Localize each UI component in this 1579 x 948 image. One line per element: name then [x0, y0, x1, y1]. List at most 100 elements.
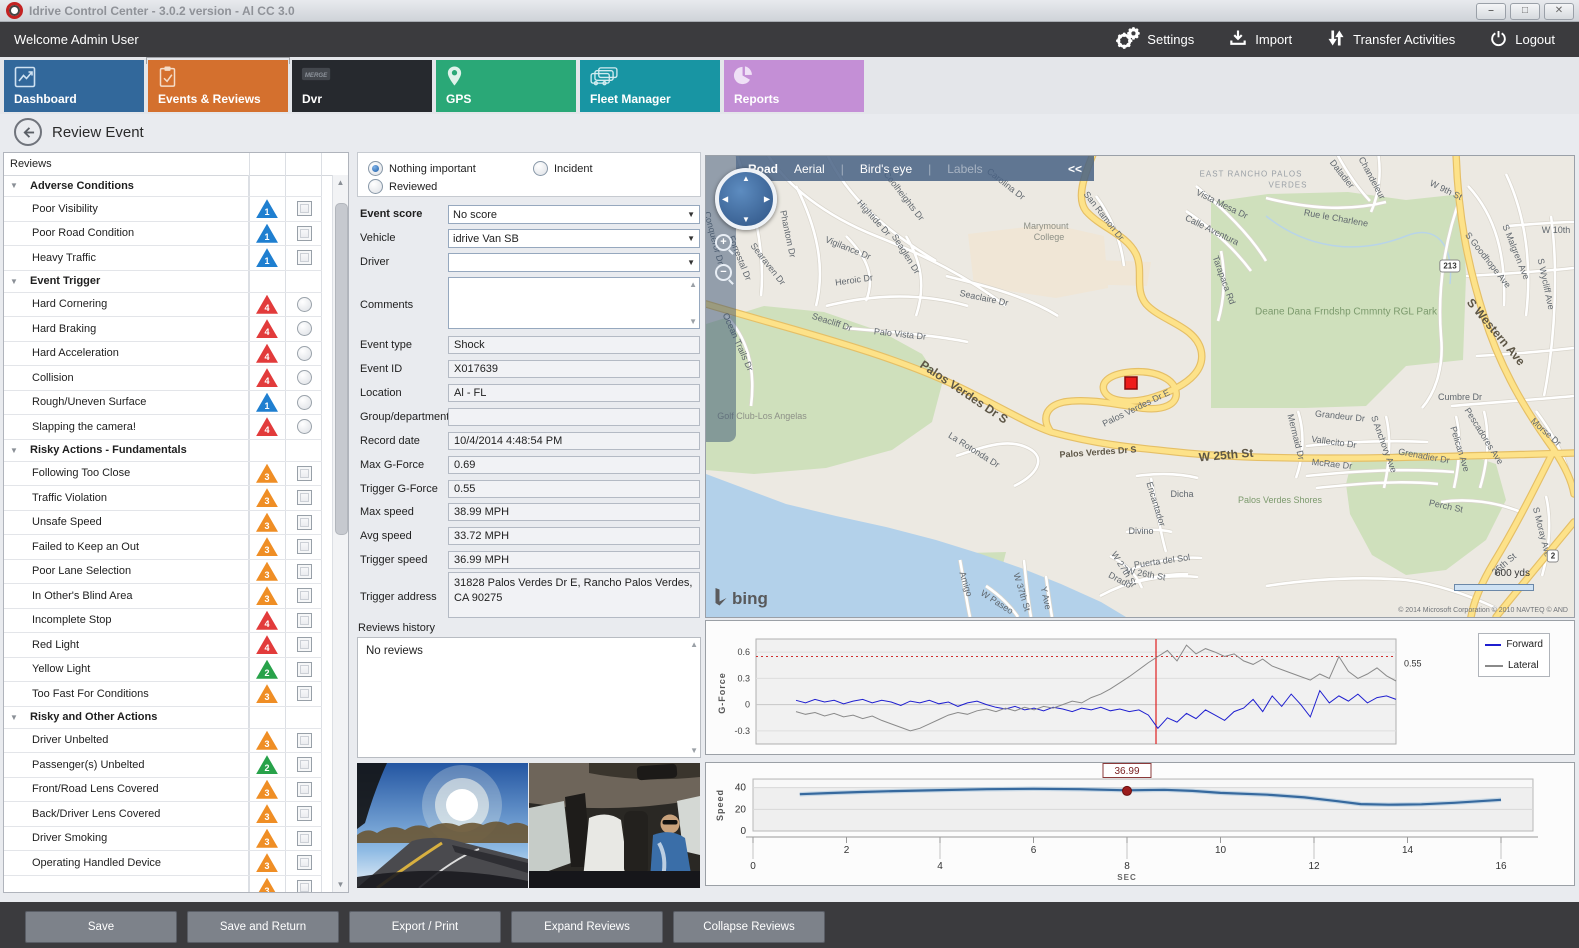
- svg-text:20: 20: [735, 804, 747, 815]
- tree-item-checkbox[interactable]: [297, 831, 312, 846]
- svg-text:6: 6: [1031, 845, 1037, 856]
- radio-icon[interactable]: [368, 161, 383, 176]
- tree-item-checkbox[interactable]: [297, 490, 312, 505]
- tree-item-checkbox[interactable]: [297, 637, 312, 652]
- tree-item-checkbox[interactable]: [297, 782, 312, 797]
- back-button[interactable]: [14, 118, 42, 146]
- tree-item-checkbox[interactable]: [297, 564, 312, 579]
- collapse-reviews-button[interactable]: Collapse Reviews: [673, 911, 825, 943]
- driver-dropdown[interactable]: ▼: [448, 253, 700, 272]
- tree-item-checkbox[interactable]: [297, 466, 312, 481]
- tree-item-radio[interactable]: [297, 297, 312, 312]
- tree-item-checkbox[interactable]: [297, 686, 312, 701]
- tree-item-radio[interactable]: [297, 346, 312, 361]
- radio-icon[interactable]: [368, 179, 383, 194]
- settings-button[interactable]: Settings: [1114, 26, 1194, 53]
- reviews-history-label: Reviews history: [358, 622, 435, 634]
- radio-icon[interactable]: [533, 161, 548, 176]
- tree-item-checkbox[interactable]: [297, 855, 312, 870]
- status-radio-incident[interactable]: Incident: [533, 161, 593, 176]
- tab-dvr[interactable]: MERGEDvr: [292, 60, 432, 112]
- map-street-label: College: [1034, 232, 1065, 242]
- tree-item-row: Collision4: [4, 366, 322, 391]
- tree-item-row: Red Light 4: [4, 633, 322, 658]
- map-street-label: Divino: [1128, 526, 1153, 536]
- tree-group-row: ▼Adverse Conditions: [4, 175, 322, 197]
- tab-events-reviews[interactable]: Events & Reviews: [148, 60, 288, 112]
- save-button[interactable]: Save: [25, 911, 177, 943]
- tree-item-radio[interactable]: [297, 419, 312, 434]
- collapse-arrow-icon[interactable]: ▼: [4, 181, 24, 190]
- export-print-button[interactable]: Export / Print: [349, 911, 501, 943]
- reviews-history-content: No reviews: [366, 645, 423, 657]
- tree-item-row: Failed to Keep an Out3: [4, 535, 322, 560]
- tree-item-radio[interactable]: [297, 395, 312, 410]
- trigger-address-field: 31828 Palos Verdes Dr E, Rancho Palos Ve…: [448, 572, 700, 618]
- tree-item-checkbox[interactable]: [297, 733, 312, 748]
- tree-group-row: ▼Event Trigger: [4, 271, 322, 293]
- tree-item-checkbox[interactable]: [297, 539, 312, 554]
- tree-item-checkbox[interactable]: [297, 201, 312, 216]
- import-button[interactable]: Import: [1228, 28, 1292, 51]
- tree-item-row: Hard Braking4: [4, 317, 322, 342]
- tab-label: Events & Reviews: [158, 92, 261, 106]
- map-pan-control[interactable]: ▲ ▼ ◀ ▶: [715, 168, 777, 230]
- tree-item-checkbox[interactable]: [297, 806, 312, 821]
- reviews-tree-scrollbar[interactable]: ▲ ▼: [332, 175, 348, 892]
- tab-gps[interactable]: GPS: [436, 60, 576, 112]
- tree-item-checkbox[interactable]: [297, 662, 312, 677]
- collapse-arrow-icon[interactable]: ▼: [4, 713, 24, 722]
- tab-dashboard[interactable]: Dashboard: [4, 60, 144, 112]
- tree-item-checkbox[interactable]: [297, 757, 312, 772]
- map-mode-aerial[interactable]: Aerial: [794, 162, 825, 176]
- close-button[interactable]: ✕: [1544, 3, 1574, 20]
- svg-text:MERGE: MERGE: [305, 72, 328, 79]
- reviews-history-box: No reviews ▲ ▼: [357, 637, 701, 758]
- tree-item-radio[interactable]: [297, 321, 312, 336]
- tree-group-row: ▼Risky Actions - Fundamentals: [4, 440, 322, 462]
- comments-textarea[interactable]: ▲▼: [448, 277, 700, 329]
- tab-fleet-manager[interactable]: Fleet Manager: [580, 60, 720, 112]
- expand-reviews-button[interactable]: Expand Reviews: [511, 911, 663, 943]
- bing-map[interactable]: ate DrPhantom DrCoolheights DrHightide D…: [705, 155, 1575, 618]
- severity-triangle-icon: 4: [256, 635, 278, 654]
- tab-reports[interactable]: Reports: [724, 60, 864, 112]
- tree-item-checkbox[interactable]: [297, 613, 312, 628]
- tree-item-checkbox[interactable]: [297, 226, 312, 241]
- map-zoom-in-button[interactable]: +: [715, 234, 732, 251]
- tree-item-row: 3: [4, 876, 322, 893]
- cabin-camera-frame[interactable]: [529, 763, 700, 888]
- tree-item-row: Poor Lane Selection3: [4, 560, 322, 585]
- chevron-down-icon: ▼: [687, 258, 695, 267]
- map-collapse-button[interactable]: <<: [1068, 162, 1082, 176]
- minimize-button[interactable]: –: [1476, 3, 1506, 20]
- gforce-legend: Forward Lateral: [1478, 633, 1550, 677]
- event-score-dropdown[interactable]: No score▼: [448, 205, 700, 224]
- collapse-arrow-icon[interactable]: ▼: [4, 277, 24, 286]
- collapse-arrow-icon[interactable]: ▼: [4, 446, 24, 455]
- status-radio-nothing-important[interactable]: Nothing important: [368, 161, 476, 176]
- severity-triangle-icon: 1: [256, 248, 278, 267]
- field-label: Event score: [360, 205, 446, 223]
- tree-item-label: Red Light: [4, 639, 248, 651]
- transfer-activities-button[interactable]: Transfer Activities: [1326, 28, 1455, 51]
- tree-item-checkbox[interactable]: [297, 515, 312, 530]
- tree-item-radio[interactable]: [297, 370, 312, 385]
- field-value: X017639: [454, 363, 498, 375]
- road-camera-frame[interactable]: [357, 763, 528, 888]
- map-mode-bird-s-eye[interactable]: Bird's eye: [860, 162, 912, 176]
- logout-button[interactable]: Logout: [1489, 29, 1555, 51]
- severity-triangle-icon: 1: [256, 393, 278, 412]
- tree-item-checkbox[interactable]: [297, 880, 312, 892]
- maximize-button[interactable]: □: [1510, 3, 1540, 20]
- tree-item-row: Poor Road Condition1: [4, 222, 322, 247]
- vehicle-dropdown[interactable]: idrive Van SB▼: [448, 229, 700, 248]
- tab-label: Fleet Manager: [590, 92, 671, 106]
- status-radio-reviewed[interactable]: Reviewed: [368, 179, 437, 194]
- save-and-return-button[interactable]: Save and Return: [187, 911, 339, 943]
- tree-item-checkbox[interactable]: [297, 588, 312, 603]
- tree-item-checkbox[interactable]: [297, 250, 312, 265]
- map-street-label: Cumbre Dr: [1438, 392, 1482, 402]
- map-zoom-out-button[interactable]: −: [715, 264, 732, 281]
- tree-item-label: Hard Braking: [4, 323, 248, 335]
